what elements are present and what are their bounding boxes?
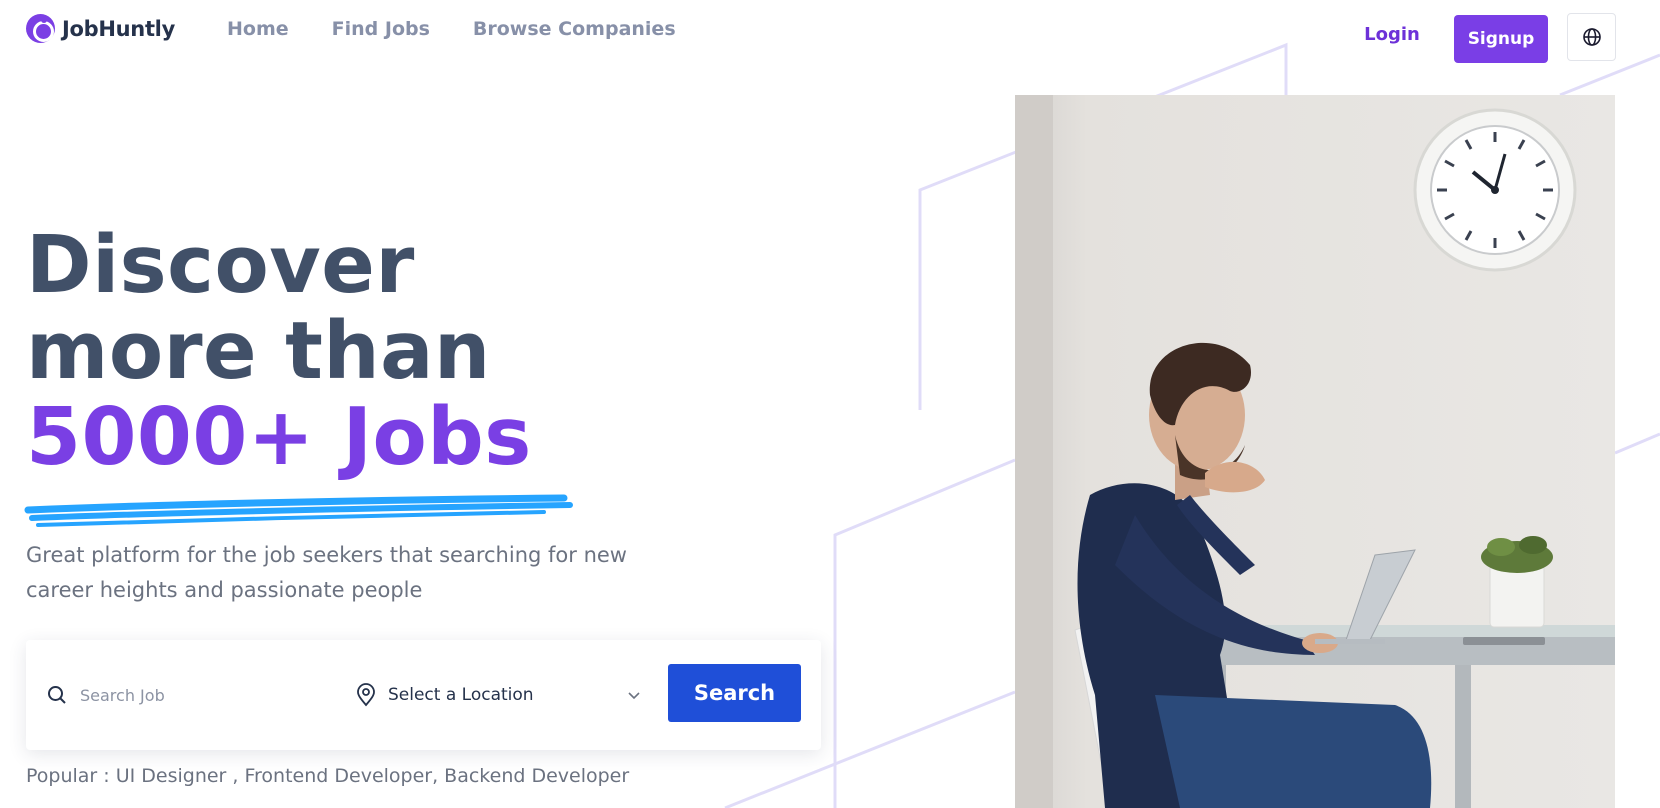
brand-logo[interactable]: JobHuntly bbox=[26, 14, 175, 43]
brand-name: JobHuntly bbox=[62, 16, 175, 41]
login-button[interactable]: Login bbox=[1350, 24, 1434, 45]
language-button[interactable] bbox=[1567, 13, 1616, 61]
job-search-bar: Select a Location Search bbox=[26, 640, 821, 750]
wall-clock bbox=[1413, 108, 1577, 272]
hero-title-line-1: Discover bbox=[26, 219, 415, 311]
logo-icon bbox=[26, 14, 55, 43]
chevron-down-icon bbox=[628, 692, 640, 700]
hero-photo bbox=[1015, 95, 1615, 808]
map-pin-icon bbox=[357, 683, 375, 707]
location-select[interactable]: Select a Location bbox=[356, 677, 662, 713]
hero-title-highlight: 5000+ Jobs bbox=[26, 391, 532, 483]
search-job-field bbox=[46, 677, 336, 713]
hero-title-line-2: more than bbox=[26, 305, 491, 397]
search-job-input[interactable] bbox=[80, 685, 320, 705]
search-button[interactable]: Search bbox=[668, 664, 801, 722]
globe-icon bbox=[1582, 28, 1601, 46]
search-icon bbox=[48, 686, 66, 704]
main-nav: Home Find Jobs Browse Companies bbox=[227, 18, 676, 40]
location-select-value: Select a Location bbox=[388, 685, 534, 705]
brush-underline bbox=[24, 494, 573, 527]
nav-link-find-jobs[interactable]: Find Jobs bbox=[332, 18, 430, 40]
hero-subtitle: Great platform for the job seekers that … bbox=[26, 543, 627, 602]
top-navigation: JobHuntly Home Find Jobs Browse Companie… bbox=[0, 0, 1660, 80]
plant bbox=[1481, 536, 1553, 628]
signup-button[interactable]: Signup bbox=[1454, 15, 1548, 63]
nav-link-home[interactable]: Home bbox=[227, 18, 289, 40]
nav-link-browse-companies[interactable]: Browse Companies bbox=[473, 18, 676, 40]
popular-searches: Popular : UI Designer , Frontend Develop… bbox=[26, 765, 630, 787]
hero-title: Discover more than 5000+ Jobs bbox=[26, 222, 532, 480]
